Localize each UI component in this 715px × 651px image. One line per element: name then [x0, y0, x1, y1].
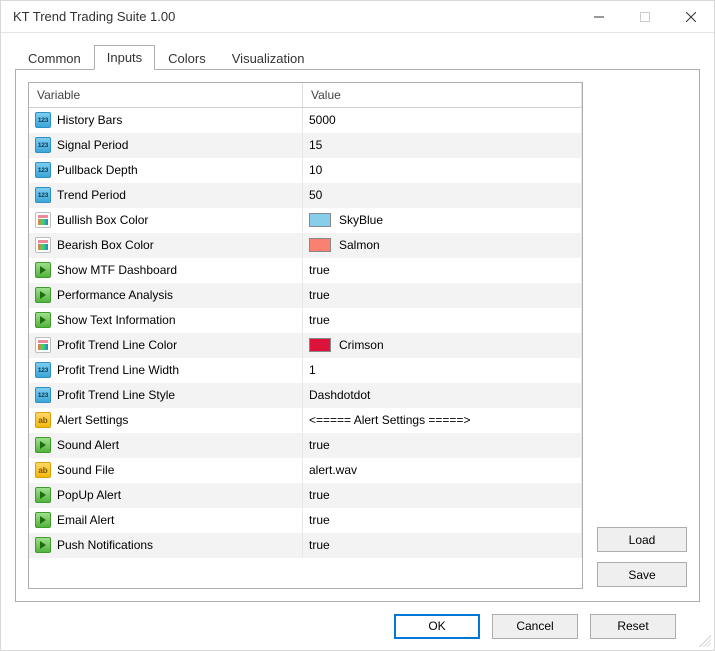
ok-button[interactable]: OK [394, 614, 480, 639]
cancel-button[interactable]: Cancel [492, 614, 578, 639]
value-cell[interactable]: true [309, 513, 330, 527]
input-row[interactable]: Show MTF Dashboard true [29, 258, 582, 283]
input-row[interactable]: PopUp Alert true [29, 483, 582, 508]
variable-name: Profit Trend Line Style [57, 388, 175, 402]
value-cell[interactable]: <===== Alert Settings =====> [309, 413, 470, 427]
number-type-icon [35, 387, 51, 403]
tab-common[interactable]: Common [15, 46, 94, 70]
number-type-icon [35, 187, 51, 203]
color-swatch [309, 213, 331, 227]
input-row[interactable]: Pullback Depth 10 [29, 158, 582, 183]
input-row[interactable]: Bullish Box Color SkyBlue [29, 208, 582, 233]
bool-type-icon [35, 312, 51, 328]
window-controls [576, 1, 714, 32]
variable-name: Sound File [57, 463, 114, 477]
minimize-button[interactable] [576, 1, 622, 32]
variable-name: Show MTF Dashboard [57, 263, 177, 277]
variable-name: Pullback Depth [57, 163, 138, 177]
color-swatch [309, 238, 331, 252]
input-row[interactable]: History Bars 5000 [29, 108, 582, 133]
string-type-icon [35, 412, 51, 428]
bool-type-icon [35, 512, 51, 528]
number-type-icon [35, 137, 51, 153]
variable-name: Profit Trend Line Color [57, 338, 177, 352]
variable-name: Show Text Information [57, 313, 176, 327]
variable-name: Signal Period [57, 138, 128, 152]
close-button[interactable] [668, 1, 714, 32]
tab-pane-inputs: Variable Value History Bars 5000 Signal Pe… [15, 69, 700, 602]
input-row[interactable]: Profit Trend Line Style Dashdotdot [29, 383, 582, 408]
value-cell[interactable]: true [309, 538, 330, 552]
load-button[interactable]: Load [597, 527, 687, 552]
variable-name: Alert Settings [57, 413, 128, 427]
dialog-footer: OK Cancel Reset [15, 602, 700, 650]
tab-colors[interactable]: Colors [155, 46, 219, 70]
value-cell[interactable]: true [309, 263, 330, 277]
value-cell[interactable]: true [309, 438, 330, 452]
variable-name: PopUp Alert [57, 488, 121, 502]
input-row[interactable]: Alert Settings <===== Alert Settings ====… [29, 408, 582, 433]
window-title: KT Trend Trading Suite 1.00 [13, 9, 576, 24]
color-type-icon [35, 337, 51, 353]
value-cell[interactable]: Crimson [339, 338, 384, 352]
variable-name: Sound Alert [57, 438, 119, 452]
variable-name: Email Alert [57, 513, 114, 527]
column-header-variable[interactable]: Variable [29, 83, 302, 108]
value-cell[interactable]: 15 [309, 138, 322, 152]
variable-name: History Bars [57, 113, 122, 127]
tab-strip: CommonInputsColorsVisualization [15, 43, 700, 69]
value-cell[interactable]: SkyBlue [339, 213, 383, 227]
save-button[interactable]: Save [597, 562, 687, 587]
input-row[interactable]: Show Text Information true [29, 308, 582, 333]
maximize-button [622, 1, 668, 32]
tab-visualization[interactable]: Visualization [219, 46, 318, 70]
input-row[interactable]: Trend Period 50 [29, 183, 582, 208]
input-row[interactable]: Sound Alert true [29, 433, 582, 458]
input-row[interactable]: Email Alert true [29, 508, 582, 533]
variable-name: Bearish Box Color [57, 238, 154, 252]
value-cell[interactable]: 50 [309, 188, 322, 202]
value-cell[interactable]: true [309, 288, 330, 302]
input-row[interactable]: Profit Trend Line Color Crimson [29, 333, 582, 358]
value-cell[interactable]: true [309, 313, 330, 327]
number-type-icon [35, 162, 51, 178]
bool-type-icon [35, 287, 51, 303]
string-type-icon [35, 462, 51, 478]
value-cell[interactable]: true [309, 488, 330, 502]
tab-inputs[interactable]: Inputs [94, 45, 155, 70]
inputs-table: Variable Value History Bars 5000 Signal Pe… [28, 82, 583, 589]
bool-type-icon [35, 262, 51, 278]
color-swatch [309, 338, 331, 352]
side-buttons: Load Save [597, 82, 687, 589]
resize-grip-icon[interactable] [699, 635, 711, 647]
value-cell[interactable]: 1 [309, 363, 316, 377]
input-row[interactable]: Signal Period 15 [29, 133, 582, 158]
reset-button[interactable]: Reset [590, 614, 676, 639]
variable-name: Bullish Box Color [57, 213, 148, 227]
variable-name: Push Notifications [57, 538, 153, 552]
variable-name: Performance Analysis [57, 288, 173, 302]
value-cell[interactable]: Dashdotdot [309, 388, 370, 402]
bool-type-icon [35, 487, 51, 503]
bool-type-icon [35, 437, 51, 453]
column-header-value[interactable]: Value [302, 83, 581, 108]
value-cell[interactable]: Salmon [339, 238, 380, 252]
number-type-icon [35, 362, 51, 378]
input-row[interactable]: Push Notifications true [29, 533, 582, 558]
variable-name: Trend Period [57, 188, 126, 202]
input-row[interactable]: Profit Trend Line Width 1 [29, 358, 582, 383]
bool-type-icon [35, 537, 51, 553]
input-row[interactable]: Performance Analysis true [29, 283, 582, 308]
value-cell[interactable]: 5000 [309, 113, 336, 127]
input-row[interactable]: Bearish Box Color Salmon [29, 233, 582, 258]
variable-name: Profit Trend Line Width [57, 363, 179, 377]
value-cell[interactable]: 10 [309, 163, 322, 177]
color-type-icon [35, 212, 51, 228]
number-type-icon [35, 112, 51, 128]
input-row[interactable]: Sound File alert.wav [29, 458, 582, 483]
value-cell[interactable]: alert.wav [309, 463, 357, 477]
titlebar: KT Trend Trading Suite 1.00 [1, 1, 714, 33]
color-type-icon [35, 237, 51, 253]
